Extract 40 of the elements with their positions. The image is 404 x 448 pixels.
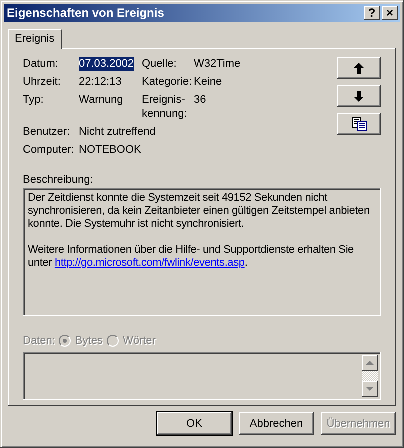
dialog-button[interactable]: OK <box>157 412 232 435</box>
field-value: Nicht zutreffend <box>79 125 156 139</box>
dialog-button[interactable]: Abbrechen <box>239 412 314 435</box>
copy-icon <box>352 117 366 131</box>
field-value: 22:12:13 <box>79 75 122 89</box>
data-box[interactable] <box>23 352 381 400</box>
description-label: Beschreibung: <box>23 173 94 187</box>
field-label: Benutzer: <box>23 125 72 139</box>
description-box[interactable] <box>23 188 381 316</box>
field-label: Uhrzeit: <box>23 75 62 89</box>
down-arrow-icon <box>354 90 364 102</box>
scroll-up-icon[interactable] <box>362 355 378 371</box>
field-value: Warnung <box>79 93 124 107</box>
field-label: Computer: <box>23 143 76 157</box>
window-title: Eigenschaften von Ereignis <box>7 6 164 20</box>
help-button[interactable]: ? <box>364 6 380 20</box>
scroll-down-icon[interactable] <box>362 381 378 397</box>
field-label: Ereignis-kennung: <box>142 93 188 121</box>
radio-label: Bytes <box>75 334 103 348</box>
help-link[interactable]: http://go.microsoft.com/fwlink/events.asp <box>54 257 245 269</box>
field-label: Datum: <box>23 57 60 71</box>
close-button[interactable]: × <box>382 6 398 20</box>
description-text: Der Zeitdienst konnte die Systemzeit seit 49152 Sekunden nicht synchronisieren, da kein Zeitanbieter einen gültigen Zeitstempel anbieten konnte. Die Systemuhr ist nicht synchronisiert. <box>28 192 371 231</box>
field-label: Typ: <box>23 93 45 107</box>
field-value: W32Time <box>194 57 241 71</box>
field-value: NOTEBOOK <box>79 143 142 157</box>
scroll-bar[interactable] <box>362 355 378 397</box>
description-text: Weitere Informationen über die Hilfe- und Supportdienste erhalten Sie unter http://go.microsoft.com/fwlink/events.asp. <box>28 244 355 270</box>
field-value: 36 <box>194 93 208 107</box>
up-arrow-icon <box>354 62 364 74</box>
data-label: Daten: <box>23 334 56 348</box>
radio-label: Wörter <box>122 334 156 348</box>
field-label: Quelle: <box>142 57 178 71</box>
tab[interactable]: Ereignis <box>8 29 62 49</box>
field-value: 07.03.2002 <box>79 57 134 71</box>
next-button[interactable] <box>337 85 381 107</box>
copy-button[interactable] <box>337 113 381 135</box>
field-label: Kategorie: <box>142 75 190 89</box>
previous-button[interactable] <box>337 57 381 79</box>
field-value: Keine <box>194 75 224 89</box>
